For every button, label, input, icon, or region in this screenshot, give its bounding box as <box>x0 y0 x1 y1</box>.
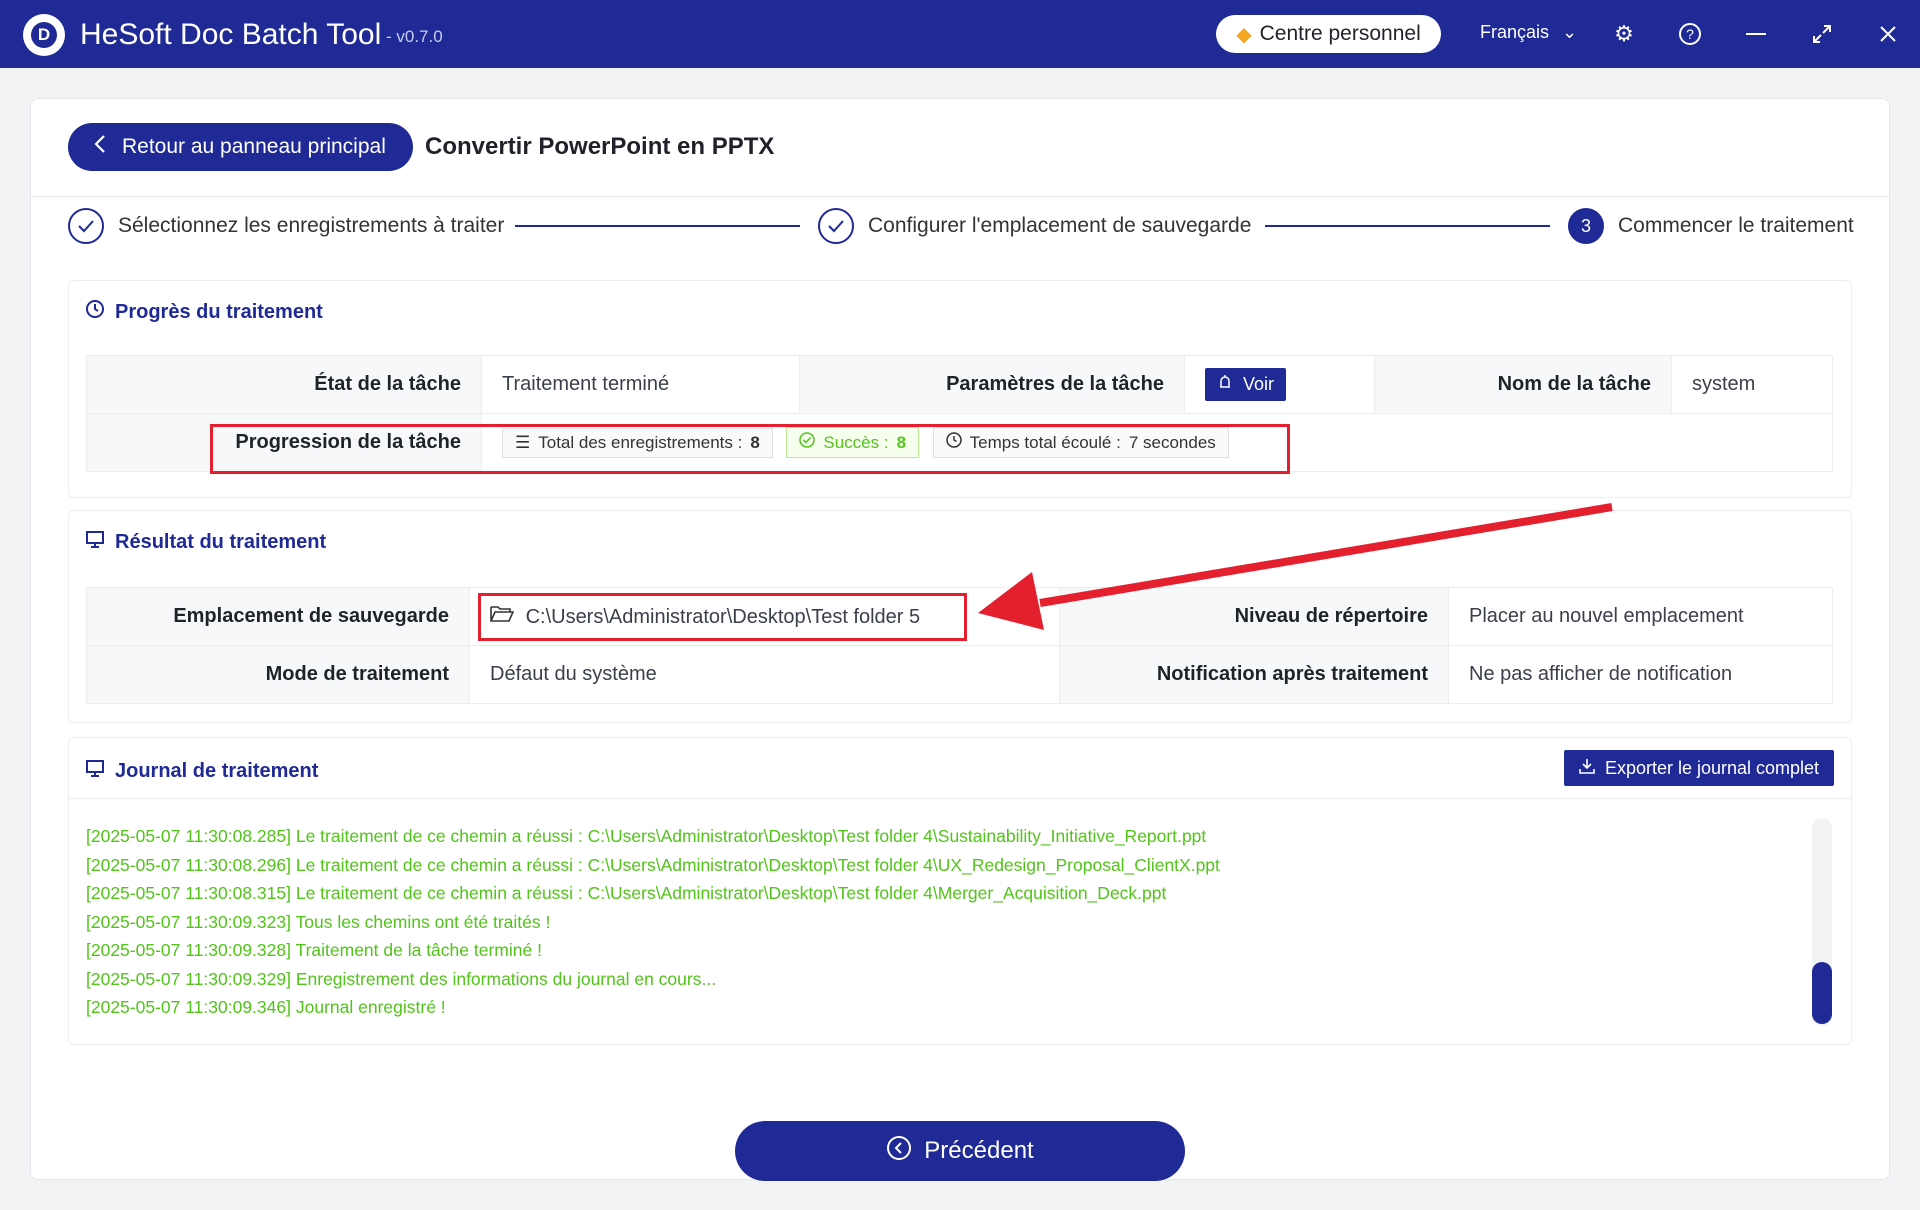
log-line: [2025-05-07 11:30:09.329] Enregistrement… <box>86 968 717 989</box>
previous-label: Précédent <box>924 1137 1034 1164</box>
log-line: [2025-05-07 11:30:08.285] Le traitement … <box>86 826 1207 846</box>
log-line: [2025-05-07 11:30:08.296] Le traitement … <box>86 854 1220 875</box>
journal-title-text: Journal de traitement <box>115 759 319 782</box>
download-icon <box>1579 758 1595 779</box>
journal-log[interactable]: [2025-05-07 11:30:08.285] Le traitement … <box>86 808 1786 1028</box>
export-label: Exporter le journal complet <box>1604 757 1820 778</box>
journal-scrollbar-thumb[interactable] <box>1812 962 1832 1024</box>
log-line-partial <box>86 808 1786 822</box>
export-log-button[interactable]: Exporter le journal complet <box>1564 750 1834 786</box>
log-line: [2025-05-07 11:30:09.323] Tous les chemi… <box>86 911 551 932</box>
previous-button[interactable]: Précédent <box>735 1121 1185 1181</box>
journal-divider <box>69 798 1851 799</box>
arrow-left-circle-icon <box>886 1135 912 1168</box>
log-line: [2025-05-07 11:30:09.346] Journal enregi… <box>86 997 446 1017</box>
monitor-icon <box>85 758 105 784</box>
log-line: [2025-05-07 11:30:09.328] Traitement de … <box>86 940 542 960</box>
journal-title: Journal de traitement <box>85 758 318 784</box>
log-line: [2025-05-07 11:30:08.315] Le traitement … <box>86 883 1167 903</box>
